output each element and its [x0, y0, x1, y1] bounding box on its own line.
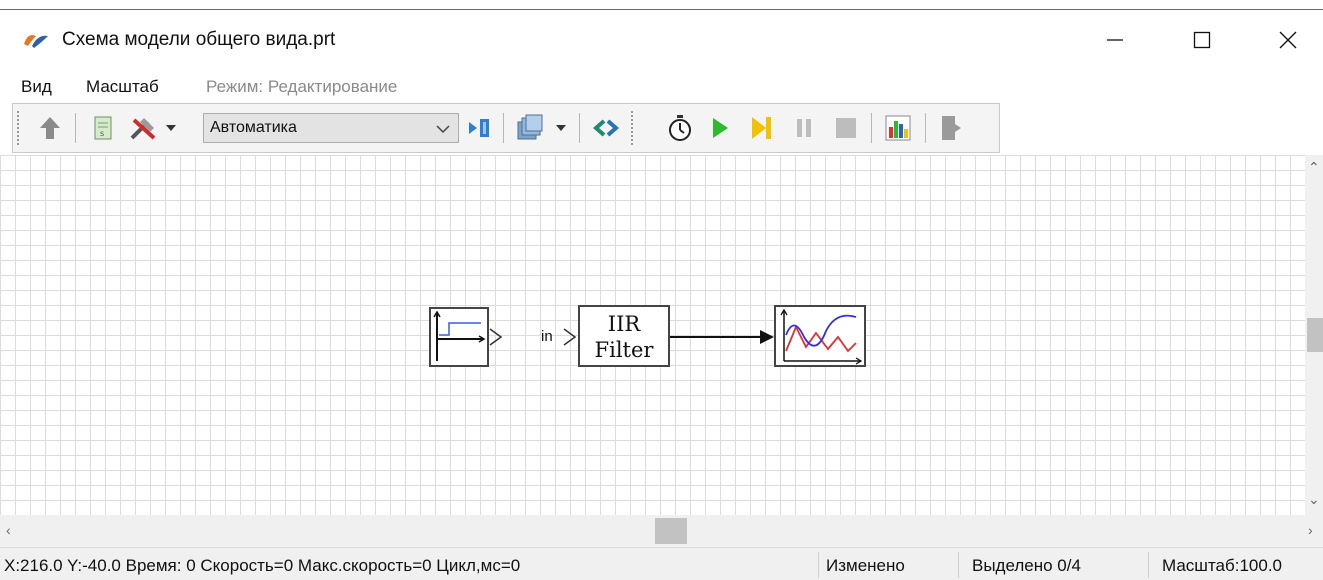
maximize-button[interactable] — [1172, 18, 1232, 62]
exit-button[interactable] — [935, 112, 969, 144]
exit-icon — [942, 116, 961, 140]
link-button[interactable] — [589, 112, 623, 144]
menu-scale[interactable]: Масштаб — [86, 77, 159, 97]
status-separator — [818, 552, 819, 578]
dropdown-icon — [166, 125, 176, 131]
up-button[interactable] — [35, 112, 65, 144]
pause-button[interactable] — [789, 112, 819, 144]
filter-label: Filter — [594, 338, 654, 362]
chevron-down-icon — [436, 125, 450, 134]
step-graph-icon — [433, 310, 486, 361]
toolbar-grip[interactable] — [17, 111, 19, 145]
tools-icon — [130, 118, 156, 140]
scope-plot-icon — [780, 308, 863, 365]
scroll-down-icon[interactable]: ⌄ — [1308, 491, 1320, 508]
step-source-block[interactable] — [429, 307, 489, 367]
step-icon — [752, 117, 771, 139]
input-port-label: in — [541, 328, 553, 345]
document-icon: s — [94, 116, 112, 140]
stop-icon — [836, 118, 856, 138]
link-icon — [593, 119, 619, 137]
step-button[interactable] — [747, 112, 777, 144]
stop-button[interactable] — [831, 112, 861, 144]
input-port-icon — [563, 328, 577, 346]
tools-button[interactable] — [127, 112, 161, 144]
chart-button[interactable] — [881, 112, 915, 144]
chart-icon — [885, 115, 911, 141]
horizontal-scroll-thumb[interactable] — [655, 518, 687, 544]
layers-button[interactable] — [513, 112, 547, 144]
timer-icon — [669, 115, 691, 141]
iir-label: IIR — [607, 312, 641, 336]
library-select-value: Автоматика — [210, 119, 297, 136]
layers-dropdown[interactable] — [553, 112, 569, 144]
scroll-up-icon[interactable]: ⌃ — [1308, 159, 1320, 176]
status-selected: Выделено 0/4 — [972, 556, 1081, 575]
toolbar-grip[interactable] — [631, 111, 633, 145]
close-icon — [1279, 31, 1297, 49]
toolbar-separator — [871, 113, 872, 143]
status-separator — [1148, 552, 1149, 578]
status-coordinates: X:216.0 Y:-40.0 Время: 0 Скорость=0 Макс… — [4, 556, 521, 575]
top-clipped-strip — [0, 0, 1323, 10]
toolbar-separator — [925, 113, 926, 143]
menu-view[interactable]: Вид — [21, 77, 52, 97]
status-separator — [958, 552, 959, 578]
library-select[interactable]: Автоматика — [203, 113, 459, 143]
connection-line[interactable] — [670, 325, 776, 349]
play-icon — [713, 118, 728, 138]
mode-indicator: Режим: Редактирование — [206, 77, 398, 96]
output-port-icon — [489, 328, 503, 346]
scroll-left-icon[interactable]: ‹ — [6, 522, 11, 538]
menu-bar: Вид Масштаб Режим: Редактирование — [0, 70, 1323, 102]
toolbar-separator — [503, 113, 504, 143]
pause-icon — [797, 119, 811, 137]
diagram-canvas[interactable]: in IIR Filter — [0, 155, 1305, 515]
svg-text:s: s — [100, 129, 104, 138]
status-scale: Масштаб:100.0 — [1162, 556, 1282, 575]
toolbar: s Автоматика — [12, 103, 1000, 153]
up-arrow-icon — [40, 117, 60, 139]
close-button[interactable] — [1258, 18, 1318, 62]
horizontal-scrollbar[interactable]: ‹ › — [0, 515, 1323, 547]
status-modified: Изменено — [826, 556, 905, 575]
insert-block-icon — [469, 119, 489, 137]
minimize-button[interactable] — [1085, 18, 1145, 62]
toolbar-separator — [579, 113, 580, 143]
iir-filter-block[interactable]: IIR Filter — [578, 305, 670, 367]
app-logo-icon — [24, 35, 48, 48]
title-bar: Схема модели общего вида.prt — [0, 10, 1323, 70]
vertical-scroll-thumb[interactable] — [1307, 318, 1323, 352]
run-button[interactable] — [705, 112, 735, 144]
scope-block[interactable] — [774, 305, 866, 367]
timer-button[interactable] — [663, 112, 697, 144]
window-title: Схема модели общего вида.prt — [62, 29, 336, 50]
toolbar-separator — [75, 113, 76, 143]
document-button[interactable]: s — [89, 112, 117, 144]
maximize-icon — [1193, 31, 1211, 49]
dropdown-icon — [556, 125, 566, 131]
scroll-right-icon[interactable]: › — [1308, 522, 1313, 538]
minimize-icon — [1107, 39, 1123, 41]
insert-block-button[interactable] — [465, 112, 495, 144]
status-bar: X:216.0 Y:-40.0 Время: 0 Скорость=0 Макс… — [0, 547, 1323, 580]
tools-dropdown[interactable] — [163, 112, 179, 144]
vertical-scrollbar[interactable]: ⌃ ⌄ — [1305, 155, 1323, 515]
layers-icon — [517, 114, 543, 140]
